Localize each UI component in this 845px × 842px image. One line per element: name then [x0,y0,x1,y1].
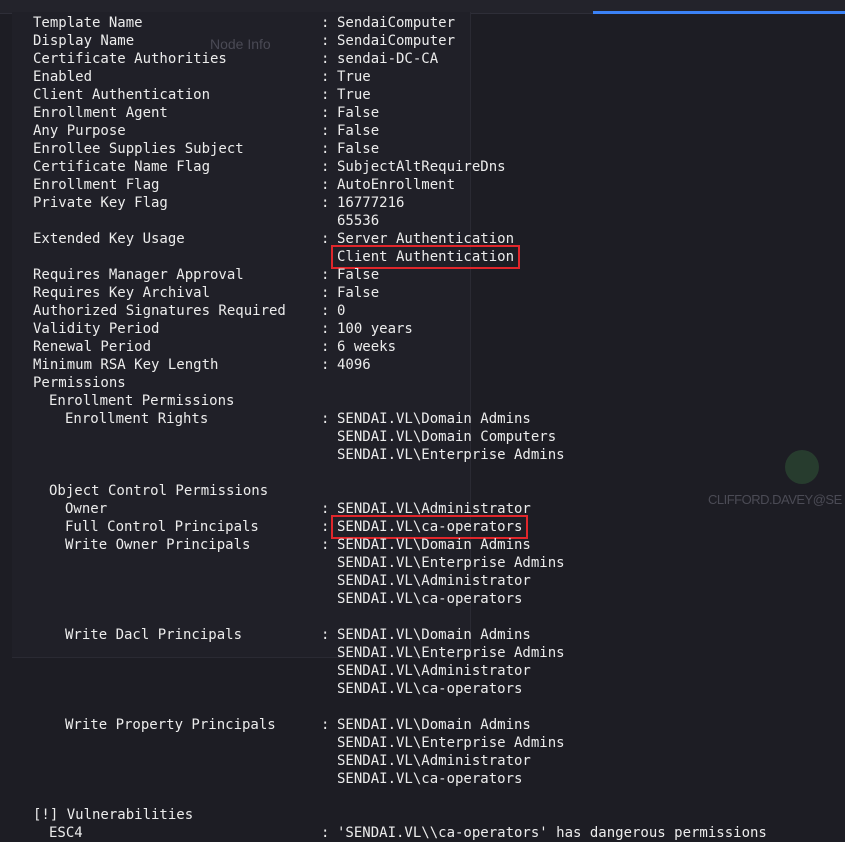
highlighted-value: Client Authentication [330,245,521,269]
field-separator: : [321,51,330,67]
field-separator: : [321,159,330,175]
field-key: Write Dacl Principals [65,627,243,643]
field-separator: : [321,87,330,103]
field-value: SubjectAltRequireDns [337,159,506,175]
field-separator: : [321,105,330,121]
field-separator: : [321,267,330,283]
field-value: 4096 [337,357,371,373]
field-value: True [337,69,371,85]
field-value: SENDAI.VL\ca-operators [337,771,523,787]
field-key: Owner [65,501,108,517]
field-value: SENDAI.VL\Administrator [337,573,531,589]
field-value: SENDAI.VL\Domain Admins [337,717,531,733]
field-key: Enabled [33,69,93,85]
field-value: 6 weeks [337,339,397,355]
field-separator: : [321,141,330,157]
field-value: AutoEnrollment [337,177,456,193]
field-separator: : [321,285,330,301]
field-key: Certificate Name Flag [33,159,211,175]
field-key: Private Key Flag [33,195,168,211]
field-value: SENDAI.VL\Administrator [337,663,531,679]
field-key: [!] Vulnerabilities [33,807,194,823]
field-separator: : [321,825,330,841]
field-value: SENDAI.VL\Enterprise Admins [337,555,565,571]
field-key: Requires Key Archival [33,285,211,301]
field-separator: : [321,195,330,211]
field-separator: : [321,177,330,193]
field-separator: : [321,501,330,517]
field-value: SENDAI.VL\Domain Admins [337,411,531,427]
field-separator: : [321,321,330,337]
field-value: SENDAI.VL\Enterprise Admins [337,645,565,661]
field-key: Enrollee Supplies Subject [33,141,244,157]
field-key: Minimum RSA Key Length [33,357,219,373]
field-key: Extended Key Usage [33,231,185,247]
field-key: Enrollment Rights [65,411,209,427]
field-key: Template Name [33,15,143,31]
field-value: SENDAI.VL\ca-operators [337,681,523,697]
field-value: False [337,267,380,283]
field-key: Client Authentication [33,87,211,103]
field-separator: : [321,627,330,643]
field-separator: : [321,357,330,373]
field-value: False [337,105,380,121]
field-value: SENDAI.VL\Administrator [337,501,531,517]
field-key: Write Owner Principals [65,537,251,553]
field-key: Validity Period [33,321,160,337]
field-key: ESC4 [49,825,83,841]
field-value: False [337,141,380,157]
field-key: Authorized Signatures Required [33,303,286,319]
field-key: Requires Manager Approval [33,267,244,283]
field-separator: : [321,717,330,733]
field-value: 16777216 [337,195,405,211]
field-key: Object Control Permissions [49,483,269,499]
field-separator: : [321,33,330,49]
active-tab-indicator[interactable] [593,0,845,14]
field-separator: : [321,123,330,139]
field-key: Renewal Period [33,339,152,355]
terminal-output: Template Name: SendaiComputer Display Name… [0,14,845,841]
field-value: SENDAI.VL\Domain Admins [337,537,531,553]
field-separator: : [321,69,330,85]
field-separator: : [321,537,330,553]
field-value: True [337,87,371,103]
field-separator: : [321,231,330,247]
field-value: 0 [337,303,346,319]
field-value: SendaiComputer [337,33,456,49]
field-separator: : [321,303,330,319]
field-key: Certificate Authorities [33,51,227,67]
field-value: False [337,123,380,139]
field-key: Enrollment Permissions [49,393,235,409]
field-value: 65536 [337,213,380,229]
field-value: SendaiComputer [337,15,456,31]
field-value: 'SENDAI.VL\\ca-operators' has dangerous … [337,825,767,841]
field-value: SENDAI.VL\Enterprise Admins [337,735,565,751]
field-key: Any Purpose [33,123,126,139]
field-separator: : [321,411,330,427]
field-key: Full Control Principals [65,519,259,535]
field-key: Enrollment Flag [33,177,160,193]
field-value: 100 years [337,321,413,337]
field-separator: : [321,15,330,31]
field-value: SENDAI.VL\Domain Admins [337,627,531,643]
field-value: SENDAI.VL\Domain Computers [337,429,557,445]
field-separator: : [321,519,330,535]
field-value: Server Authentication [337,231,515,247]
field-value: sendai-DC-CA [337,51,439,67]
field-key: Display Name [33,33,135,49]
field-value: SENDAI.VL\Administrator [337,753,531,769]
field-value: SENDAI.VL\Enterprise Admins [337,447,565,463]
field-key: Enrollment Agent [33,105,168,121]
field-key: Write Property Principals [65,717,276,733]
highlighted-value: SENDAI.VL\ca-operators [330,515,529,539]
field-separator: : [321,339,330,355]
field-key: Permissions [33,375,126,391]
field-value: SENDAI.VL\ca-operators [337,591,523,607]
field-value: False [337,285,380,301]
